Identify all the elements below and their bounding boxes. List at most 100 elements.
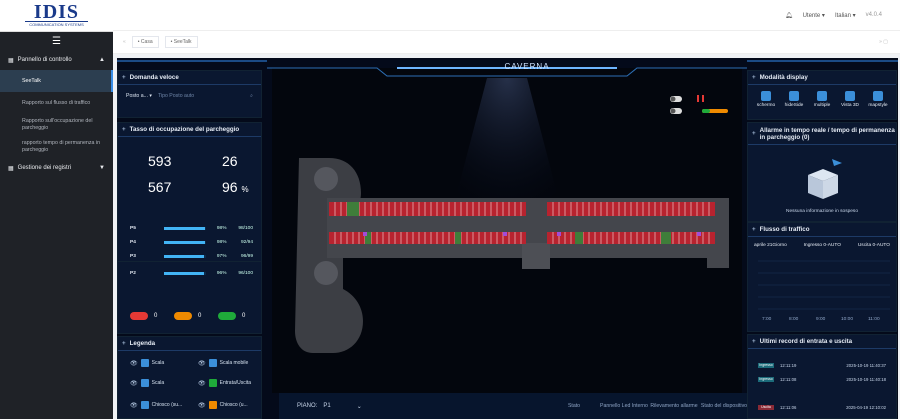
logo-text: IDIS bbox=[33, 1, 80, 23]
menu-group-dashboard[interactable]: ▦ Pannello di controllo ▲ bbox=[0, 50, 113, 70]
floor-select[interactable]: PIANO: P1 ⌄ bbox=[297, 403, 362, 410]
plus-icon: + bbox=[122, 340, 126, 347]
occupancy-bar-fill bbox=[164, 240, 205, 244]
user-menu[interactable]: Utente ▾ bbox=[803, 12, 825, 19]
language-select[interactable]: Italian ▾ bbox=[835, 12, 856, 19]
occupancy-rate: 96 % bbox=[222, 179, 249, 195]
alarm-header: + Allarme in tempo reale / tempo di perma… bbox=[748, 123, 896, 145]
spot-type-label: Posto a... bbox=[126, 93, 148, 99]
legend-title: Legenda bbox=[129, 340, 156, 347]
version-label: v4.0.4 bbox=[865, 12, 882, 18]
eye-icon[interactable]: 👁︎ bbox=[198, 402, 206, 409]
legend-item[interactable]: 👁︎ Chiosco (su... bbox=[130, 401, 182, 409]
legend-item[interactable]: 👁︎ Chiosco (u... bbox=[198, 401, 248, 409]
record-row[interactable]: Ingresso 12:11:08 2025-10-19 11:40:18 bbox=[758, 375, 886, 383]
mode-3d-button[interactable]: Vista 3D bbox=[838, 91, 862, 108]
legend-label: Chiosco (su... bbox=[151, 402, 183, 408]
legend-panel: + Legenda 👁︎ Scala 👁︎ Scala mobile 👁︎ Scala … bbox=[117, 336, 262, 419]
mode-hideside-button[interactable]: hideSide bbox=[782, 91, 806, 108]
tab-seetalk-label: SeeTalk bbox=[173, 39, 192, 45]
occupancy-panel: + Tasso di occupazione del parcheggio 593… bbox=[117, 122, 262, 262]
tab-seetalk[interactable]: • SeeTalk bbox=[164, 36, 198, 48]
spot-input[interactable]: Tipo Posto auto bbox=[158, 93, 194, 100]
map-style-icon bbox=[873, 91, 883, 101]
tab-home-label: Casa bbox=[140, 39, 153, 45]
occupancy-panel-continued: P2 96% 96/100 0 0 0 bbox=[117, 262, 262, 334]
logo: IDIS COMMUNICATION SYSTEMS bbox=[0, 0, 113, 32]
menu-group-label: Gestione dei registri bbox=[17, 165, 72, 171]
occupancy-rate-unit: % bbox=[241, 185, 249, 194]
multiple-icon bbox=[817, 91, 827, 101]
eye-icon[interactable]: 👁︎ bbox=[198, 380, 206, 387]
traffic-flow-legend: aprile 21Giorno Ingresso 0-AUTO Uscita 0… bbox=[754, 243, 890, 248]
fullscreen-icon bbox=[761, 91, 771, 101]
legend-item[interactable]: 👁︎ Scala bbox=[130, 379, 164, 387]
hamburger-icon[interactable]: ☰ bbox=[0, 32, 113, 50]
axis-tick: 8:00 bbox=[789, 317, 799, 322]
floor-pct: 98% bbox=[216, 239, 227, 245]
legend-item[interactable]: 👁︎ Entrata/Uscita bbox=[198, 379, 251, 387]
legend-item[interactable]: 👁︎ Scala mobile bbox=[198, 359, 248, 367]
menu-group-logs[interactable]: ▦ Gestione dei registri ▼ bbox=[0, 158, 113, 178]
traffic-flow-title: Flusso di traffico bbox=[759, 226, 810, 233]
eye-icon[interactable]: 👁︎ bbox=[130, 360, 138, 367]
occupied-spaces: 567 bbox=[148, 179, 172, 195]
plus-icon: + bbox=[752, 226, 756, 233]
tab-home[interactable]: • Casa bbox=[131, 36, 159, 48]
flow-out: Uscita 0-AUTO bbox=[857, 243, 890, 248]
language-label: Italian bbox=[834, 12, 851, 19]
records-title: Ultimi record di entrata e uscita bbox=[759, 338, 853, 345]
status-count-green: 0 bbox=[242, 313, 246, 319]
eye-icon[interactable]: 👁︎ bbox=[198, 360, 206, 367]
status-pill-orange bbox=[174, 312, 192, 320]
axis-tick: 7:00 bbox=[762, 317, 772, 322]
menu-item-occupancy-report[interactable]: Rapporto sull'occupazione del parcheggio bbox=[0, 114, 113, 136]
menu-item-seetalk[interactable]: SeeTalk bbox=[0, 70, 113, 92]
eye-icon[interactable]: 👁︎ bbox=[130, 380, 138, 387]
topbar: 🔔︎ Utente ▾ Italian ▾ v4.0.4 bbox=[113, 0, 900, 30]
floor-pct: 96% bbox=[216, 270, 227, 276]
record-row[interactable]: Uscita 12:11:06 2025-04-19 12:10:02 bbox=[758, 403, 886, 411]
legend-header: + Legenda bbox=[118, 337, 261, 351]
alarm-panel: + Allarme in tempo reale / tempo di perma… bbox=[747, 122, 897, 222]
occupancy-header: + Tasso di occupazione del parcheggio bbox=[118, 123, 261, 137]
menu-item-dwell-report[interactable]: rapporto tempo di permanenza in parchegg… bbox=[0, 136, 113, 158]
bell-icon[interactable]: 🔔︎ bbox=[785, 12, 793, 19]
mode-label: mapstyle bbox=[868, 103, 888, 108]
stairs-icon bbox=[140, 379, 149, 387]
mode-label: hideSide bbox=[784, 103, 804, 108]
floor-label: P4 bbox=[130, 239, 136, 245]
status-pill-red bbox=[130, 312, 148, 320]
spot-type-select[interactable]: Posto a... ▾ bbox=[126, 93, 152, 100]
legend-label: Scala bbox=[151, 360, 165, 366]
kiosk-icon bbox=[140, 401, 149, 409]
floor-label: P2 bbox=[130, 270, 136, 276]
eye-icon[interactable]: 👁︎ bbox=[130, 402, 138, 409]
tabs-left-arrow-icon[interactable]: « bbox=[123, 39, 126, 45]
occupancy-bar-fill bbox=[164, 254, 205, 258]
mode-mapstyle-button[interactable]: mapstyle bbox=[866, 91, 890, 108]
quick-query-title: Domanda veloce bbox=[129, 74, 179, 81]
kiosk-icon bbox=[208, 401, 217, 409]
record-row[interactable]: Ingresso 12:11:19 2025-10-19 11:40:37 bbox=[758, 361, 886, 369]
occupancy-bar bbox=[164, 271, 206, 275]
search-icon[interactable]: ⌕ bbox=[250, 93, 253, 100]
floor-pct: 97% bbox=[216, 253, 227, 259]
free-spaces: 26 bbox=[222, 153, 238, 169]
tabs-right-arrow-icon[interactable]: » ▢ bbox=[879, 39, 888, 45]
traffic-flow-header: + Flusso di traffico bbox=[748, 223, 896, 237]
view-3d-icon bbox=[845, 91, 855, 101]
menu-item-traffic-report[interactable]: Rapporto sul flusso di traffico bbox=[0, 92, 113, 114]
occupancy-bar-fill bbox=[164, 271, 205, 275]
escalator-icon bbox=[208, 359, 217, 367]
mode-screen-button[interactable]: schermo bbox=[754, 91, 778, 108]
mode-multiple-button[interactable]: multiple bbox=[810, 91, 834, 108]
occupancy-bar bbox=[164, 240, 206, 244]
legend-item[interactable]: 👁︎ Scala bbox=[130, 359, 164, 367]
occupancy-title: Tasso di occupazione del parcheggio bbox=[129, 126, 240, 133]
floor-pct: 98% bbox=[216, 225, 227, 231]
led-panel-col: Pannello Led Interno bbox=[600, 403, 648, 409]
plus-icon: + bbox=[122, 74, 126, 81]
status-count-red: 0 bbox=[154, 313, 158, 319]
stairs-icon bbox=[140, 359, 149, 367]
